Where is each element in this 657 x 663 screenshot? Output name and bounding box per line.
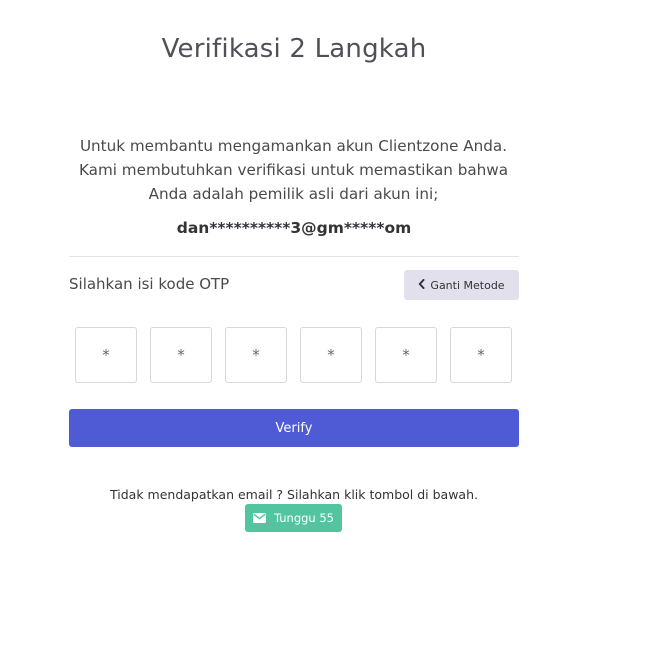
divider [69,256,519,257]
otp-digit-3[interactable] [225,327,287,383]
change-method-button[interactable]: Ganti Metode [404,270,519,300]
otp-digit-5[interactable] [375,327,437,383]
otp-input-group [75,327,515,383]
otp-digit-4[interactable] [300,327,362,383]
change-method-label: Ganti Metode [430,278,505,292]
otp-digit-1[interactable] [75,327,137,383]
verify-button[interactable]: Verify [69,409,519,447]
otp-digit-2[interactable] [150,327,212,383]
masked-email: dan**********3@gm*****om [176,219,412,237]
intro-text: Untuk membantu mengamankan akun Clientzo… [78,137,509,203]
otp-label: Silahkan isi kode OTP [69,275,230,293]
resend-email-button[interactable]: Tunggu 55 [245,504,342,532]
otp-digit-6[interactable] [450,327,512,383]
chevron-left-icon [418,279,425,291]
resend-button-label: Tunggu 55 [273,511,335,525]
resend-note: Tidak mendapatkan email ? Silahkan klik … [110,487,478,502]
page-title: Verifikasi 2 Langkah [161,34,427,64]
envelope-icon [252,513,266,523]
